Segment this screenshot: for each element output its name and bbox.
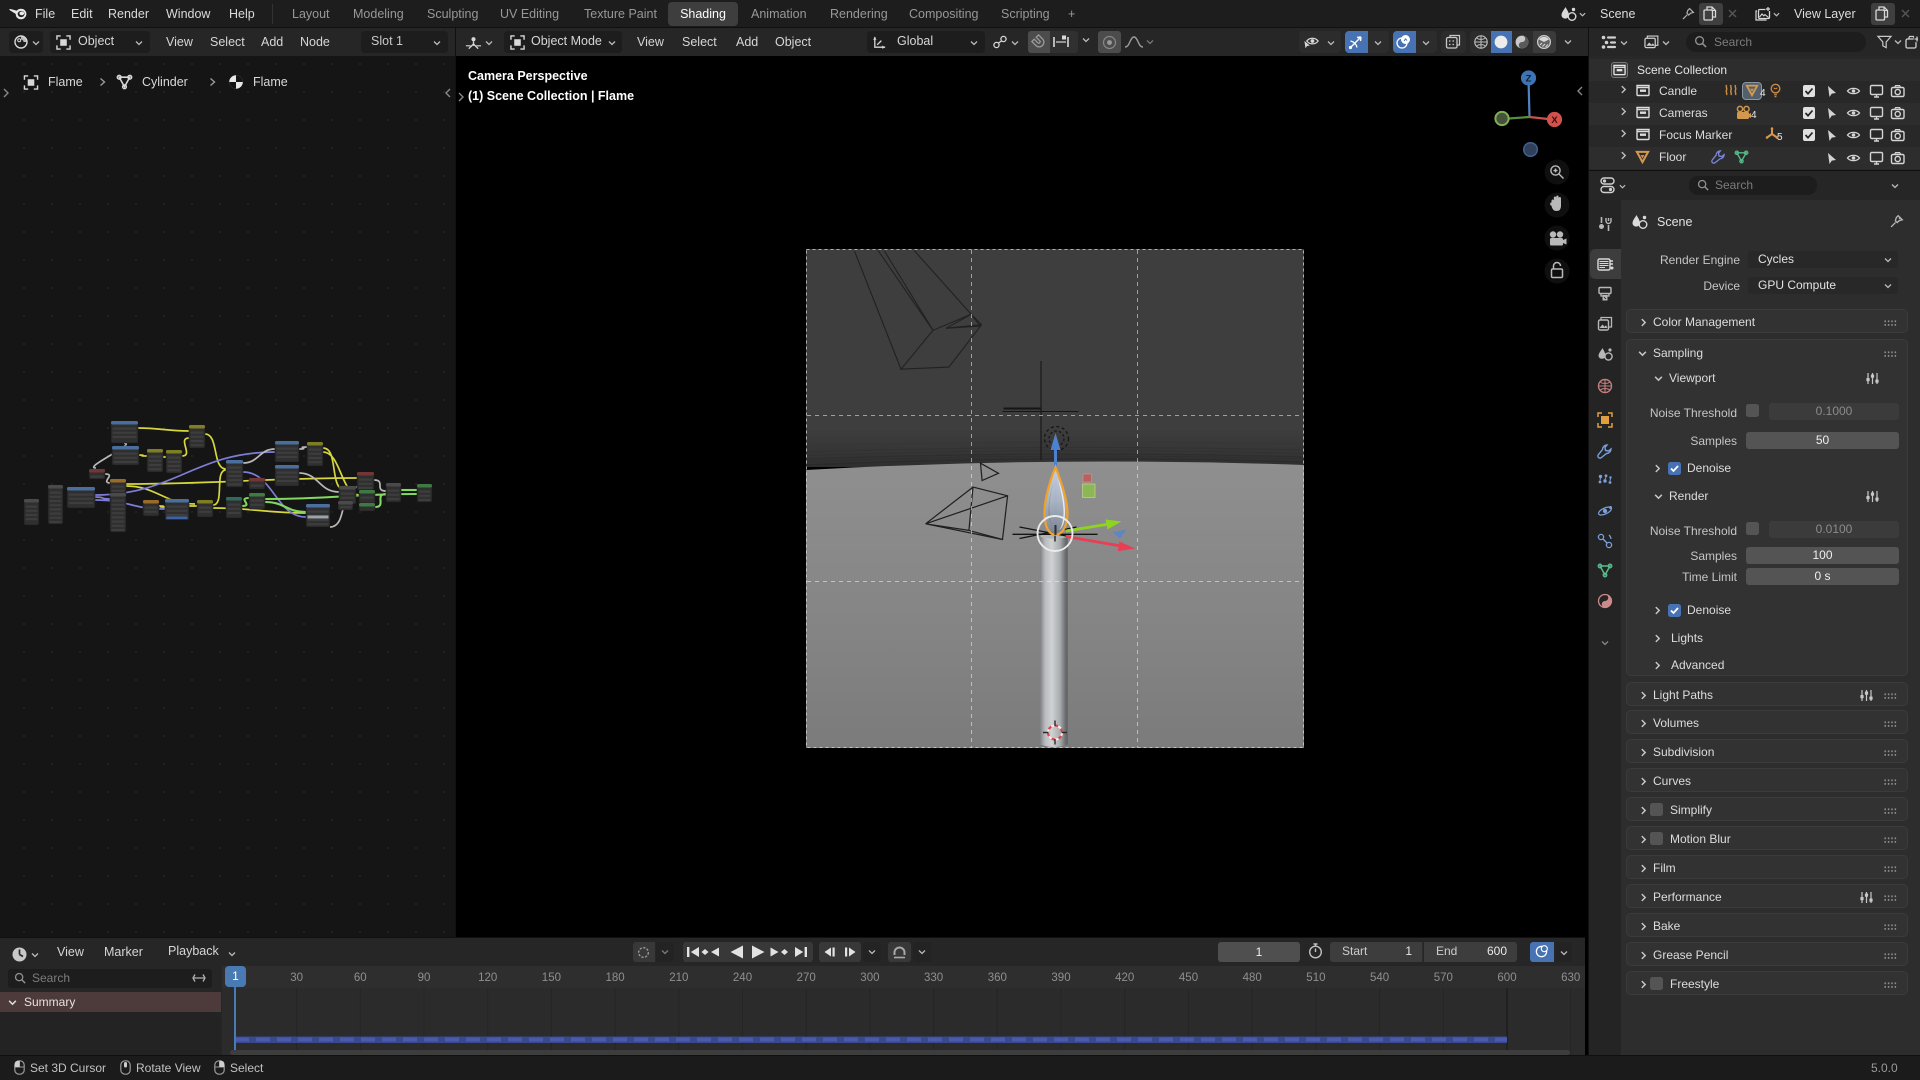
svg-text:330: 330 [924, 972, 943, 984]
svg-text:600: 600 [1497, 972, 1516, 984]
svg-text:270: 270 [797, 972, 816, 984]
svg-text:X: X [1551, 115, 1558, 126]
svg-text:Z: Z [1526, 74, 1532, 85]
svg-text:300: 300 [860, 972, 879, 984]
svg-text:90: 90 [418, 972, 431, 984]
svg-text:120: 120 [478, 972, 497, 984]
svg-text:570: 570 [1434, 972, 1453, 984]
svg-text:210: 210 [669, 972, 688, 984]
svg-text:510: 510 [1306, 972, 1325, 984]
svg-text:450: 450 [1179, 972, 1198, 984]
svg-text:540: 540 [1370, 972, 1389, 984]
svg-text:60: 60 [354, 972, 367, 984]
svg-text:390: 390 [1051, 972, 1070, 984]
svg-text:360: 360 [988, 972, 1007, 984]
svg-text:630: 630 [1561, 972, 1580, 984]
svg-text:480: 480 [1243, 972, 1262, 984]
svg-text:180: 180 [606, 972, 625, 984]
svg-text:150: 150 [542, 972, 561, 984]
svg-text:420: 420 [1115, 972, 1134, 984]
svg-text:30: 30 [290, 972, 303, 984]
svg-text:240: 240 [733, 972, 752, 984]
